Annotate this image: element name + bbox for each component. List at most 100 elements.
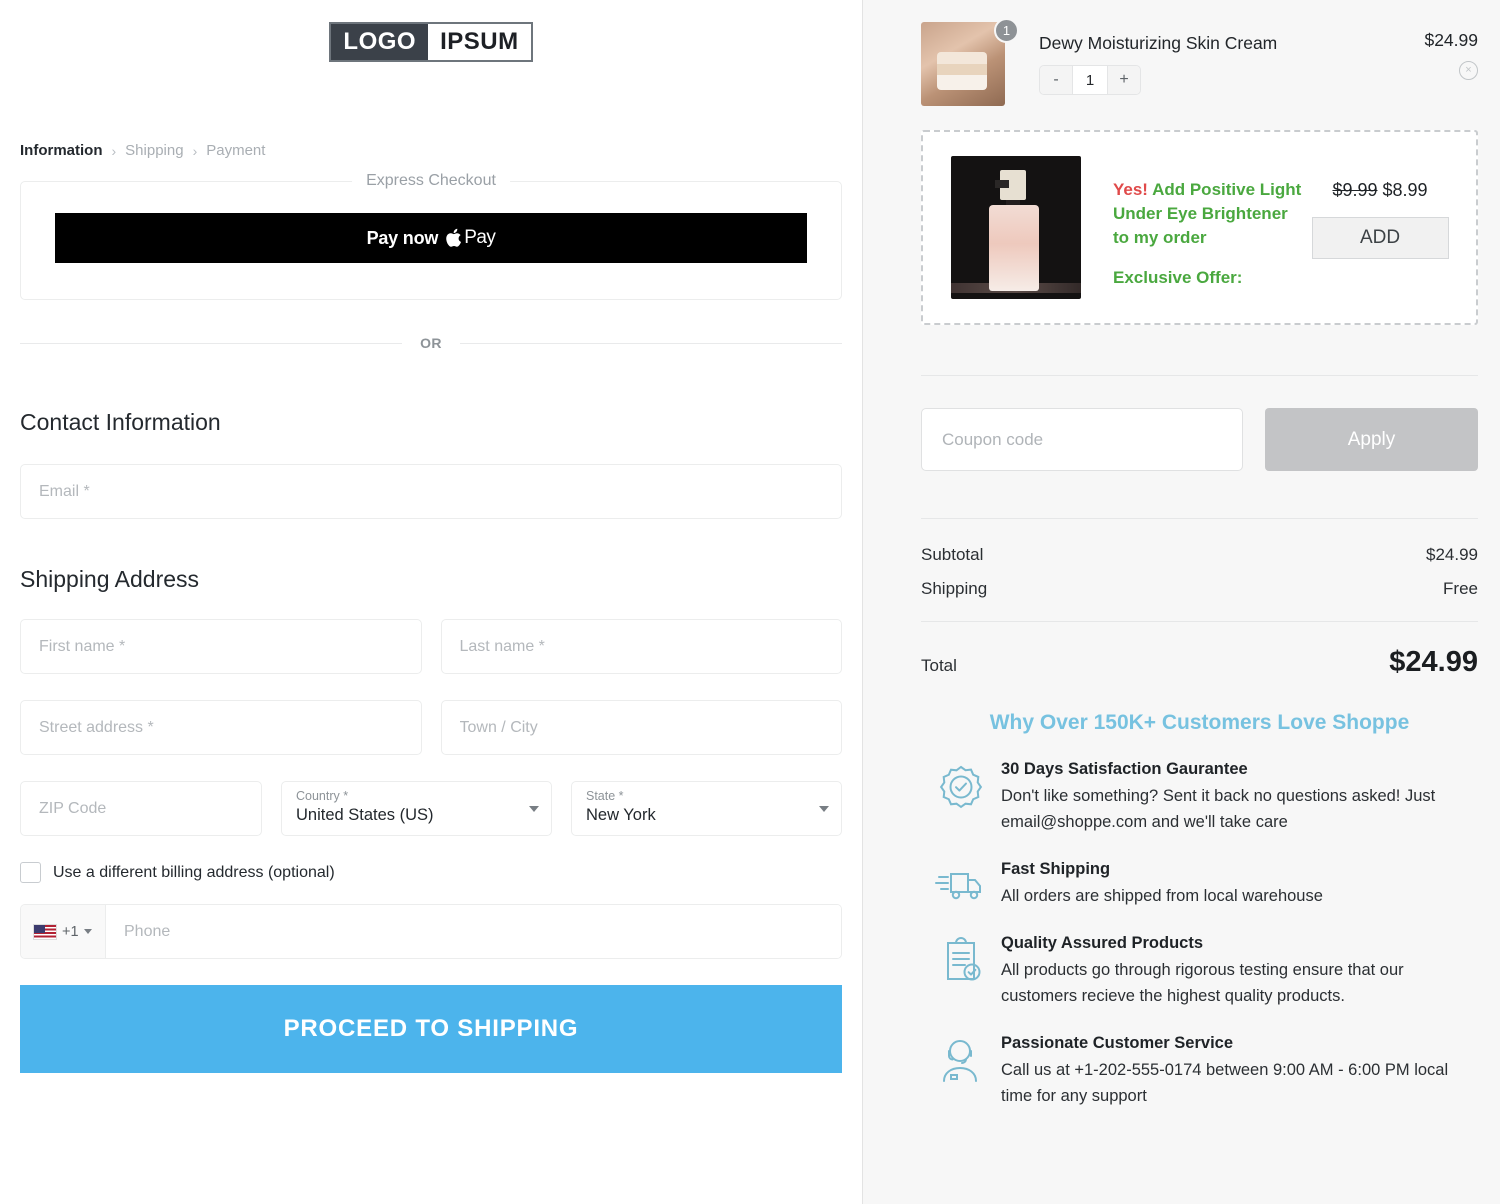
country-select[interactable]: Country * United States (US)	[281, 781, 552, 836]
cart-item-right: $24.99 ×	[1368, 22, 1478, 80]
upsell-yes-label: Yes!	[1113, 180, 1148, 199]
divider-after-coupon	[921, 518, 1478, 519]
headset-agent-icon	[921, 1031, 1001, 1109]
phone-field[interactable]	[106, 905, 841, 958]
quantity-stepper: - 1 +	[1039, 65, 1141, 95]
grand-total-label: Total	[921, 656, 957, 675]
proceed-to-shipping-button[interactable]: PROCEED TO SHIPPING	[20, 985, 842, 1073]
upsell-new-price: $8.99	[1382, 180, 1428, 200]
state-cell: State * New York	[571, 781, 842, 836]
phone-country-selector[interactable]: +1	[21, 905, 106, 958]
image-bottle-body	[989, 205, 1039, 291]
quantity-decrement-button[interactable]: -	[1040, 66, 1072, 94]
state-select-label: State *	[586, 789, 624, 803]
breadcrumb-step-shipping[interactable]: Shipping	[125, 142, 183, 159]
chevron-down-icon	[529, 805, 539, 812]
country-select-label: Country *	[296, 789, 349, 803]
breadcrumb: Information › Shipping › Payment	[20, 142, 842, 159]
apple-pay-button[interactable]: Pay now Pay	[55, 213, 807, 263]
trust-badges: 30 Days Satisfaction Gaurantee Don't lik…	[921, 757, 1478, 1109]
grand-total-value: $24.99	[1389, 646, 1478, 678]
upsell-offer-box: Yes! Add Positive Light Under Eye Bright…	[921, 130, 1478, 325]
upsell-actions: $9.99 $8.99 ADD	[1306, 156, 1454, 259]
logo-badge: LOGO IPSUM	[329, 22, 533, 62]
first-name-field[interactable]	[20, 619, 422, 674]
upsell-prices: $9.99 $8.99	[1306, 180, 1454, 201]
coupon-row: Apply	[921, 408, 1478, 471]
phone-country-code: +1	[62, 923, 79, 940]
country-select-value: United States (US)	[296, 806, 434, 824]
trust-badge-body: 30 Days Satisfaction Gaurantee Don't lik…	[1001, 757, 1478, 835]
email-row	[20, 464, 842, 519]
quantity-value[interactable]: 1	[1072, 66, 1108, 94]
trust-badge-desc: Call us at +1-202-555-0174 between 9:00 …	[1001, 1061, 1449, 1105]
apple-pay-logo: Pay	[445, 227, 496, 249]
upsell-text: Yes! Add Positive Light Under Eye Bright…	[1081, 156, 1306, 288]
trust-badge-title: 30 Days Satisfaction Gaurantee	[1001, 760, 1248, 778]
subtotal-value: $24.99	[1426, 545, 1478, 564]
trust-badge-desc: All orders are shipped from local wareho…	[1001, 887, 1323, 905]
apply-coupon-button[interactable]: Apply	[1265, 408, 1478, 471]
trust-badge-body: Fast Shipping All orders are shipped fro…	[1001, 857, 1478, 909]
divider-before-total	[921, 621, 1478, 622]
trust-section-heading: Why Over 150K+ Customers Love Shoppe	[989, 711, 1410, 734]
state-select[interactable]: State * New York	[571, 781, 842, 836]
order-totals: Subtotal $24.99 Shipping Free Total $24.…	[921, 545, 1478, 679]
trust-badge-title: Quality Assured Products	[1001, 934, 1204, 952]
divider-line-right	[459, 342, 842, 344]
chevron-down-icon	[83, 929, 92, 934]
breadcrumb-step-payment[interactable]: Payment	[206, 142, 265, 159]
shipping-address-title: Shipping Address	[20, 566, 200, 592]
trust-badge-body: Quality Assured Products All products go…	[1001, 931, 1478, 1009]
trust-badge-title: Passionate Customer Service	[1001, 1034, 1234, 1052]
grand-total-row: Total $24.99	[921, 646, 1478, 679]
cart-item-price: $24.99	[1424, 30, 1478, 50]
chevron-right-icon: ›	[111, 142, 117, 159]
trust-badge: Fast Shipping All orders are shipped fro…	[921, 857, 1478, 909]
name-row	[20, 619, 842, 674]
remove-item-icon[interactable]: ×	[1459, 61, 1478, 80]
product-thumbnail-skin-cream	[921, 22, 1005, 106]
last-name-field[interactable]	[440, 619, 842, 674]
trust-badge-desc: Don't like something? Sent it back no qu…	[1001, 787, 1436, 831]
or-divider: OR	[20, 335, 842, 351]
contact-information-section: Contact Information	[20, 409, 842, 519]
apple-pay-brand-label: Pay	[464, 227, 496, 248]
quantity-increment-button[interactable]: +	[1108, 66, 1140, 94]
shipping-address-section: Shipping Address Country * United States…	[20, 566, 842, 1073]
phone-row: +1	[20, 904, 842, 959]
clipboard-check-icon	[921, 931, 1001, 1009]
cart-item-name: Dewy Moisturizing Skin Cream	[1039, 33, 1278, 53]
trust-badge-title: Fast Shipping	[1001, 860, 1111, 878]
address-row	[20, 700, 842, 755]
state-select-value: New York	[586, 806, 656, 824]
coupon-code-input[interactable]	[921, 408, 1243, 471]
upsell-add-button[interactable]: ADD	[1311, 217, 1449, 259]
email-field[interactable]	[20, 464, 842, 519]
trust-badge: Passionate Customer Service Call us at +…	[921, 1031, 1478, 1109]
store-logo[interactable]: LOGO IPSUM	[20, 0, 842, 62]
checkout-form-column: LOGO IPSUM Information › Shipping › Paym…	[0, 0, 863, 1204]
trust-badge-desc: All products go through rigorous testing…	[1001, 961, 1404, 1005]
shipping-label: Shipping	[921, 579, 988, 598]
apple-logo-icon	[445, 228, 462, 248]
divider-after-upsell	[921, 375, 1478, 376]
shipping-value: Free	[1443, 579, 1478, 598]
cart-line-item: 1 Dewy Moisturizing Skin Cream - 1 + $24…	[921, 18, 1478, 106]
city-field[interactable]	[440, 700, 842, 755]
zip-code-field[interactable]	[20, 781, 262, 836]
breadcrumb-step-information[interactable]: Information	[20, 142, 103, 159]
country-cell: Country * United States (US)	[281, 781, 552, 836]
logo-text-secondary: IPSUM	[428, 24, 531, 60]
us-flag-icon	[33, 923, 57, 940]
shipping-row: Shipping Free	[921, 579, 1478, 599]
street-address-field[interactable]	[20, 700, 422, 755]
or-label: OR	[420, 335, 442, 351]
cart-item-thumbnail-wrap: 1	[921, 18, 1019, 106]
trust-badge: Quality Assured Products All products go…	[921, 931, 1478, 1009]
billing-address-checkbox[interactable]	[20, 862, 41, 883]
billing-address-label[interactable]: Use a different billing address (optiona…	[53, 864, 335, 882]
cart-item-details: Dewy Moisturizing Skin Cream - 1 +	[1005, 22, 1368, 95]
quantity-badge: 1	[994, 18, 1019, 43]
region-row: Country * United States (US) State * New…	[20, 781, 842, 836]
